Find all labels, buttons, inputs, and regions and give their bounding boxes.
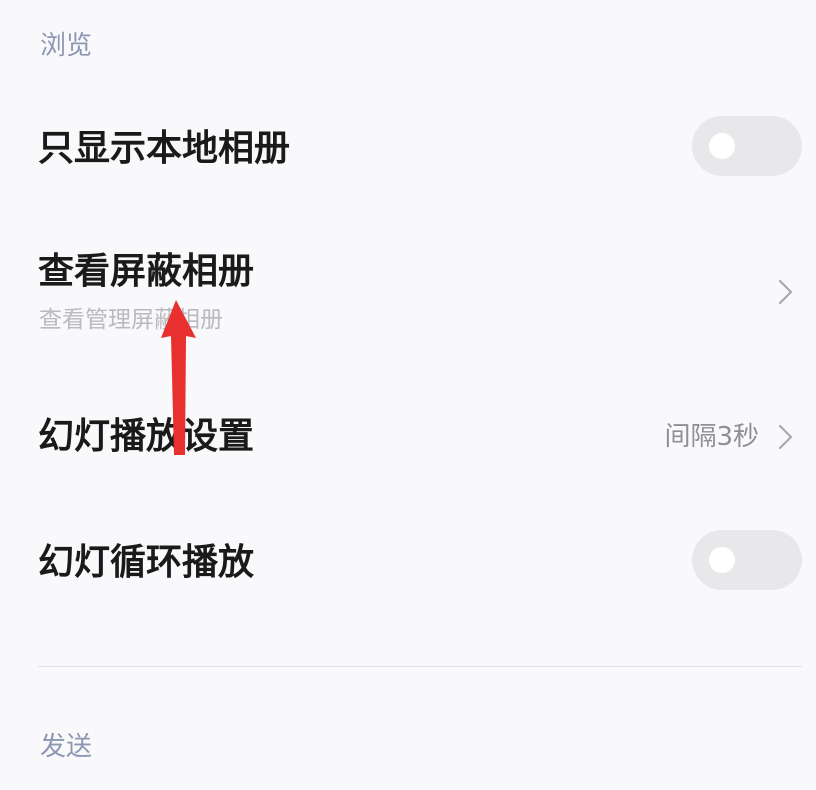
toggle-slideshow-loop[interactable]	[692, 530, 802, 590]
setting-title-local-albums-only: 只显示本地相册	[38, 128, 291, 169]
section-divider	[38, 666, 802, 667]
gallery-settings-page: 浏览 只显示本地相册 查看屏蔽相册 查看管理屏蔽相册 幻灯播放设置 间隔3秒 幻…	[0, 0, 816, 790]
setting-title-slideshow-loop: 幻灯循环播放	[38, 542, 255, 583]
chevron-right-icon	[778, 279, 793, 305]
toggle-local-albums-only[interactable]	[692, 116, 802, 176]
setting-row-hidden-albums[interactable]: 查看屏蔽相册 查看管理屏蔽相册	[0, 240, 816, 340]
setting-title-slideshow-settings: 幻灯播放设置	[38, 416, 255, 457]
section-header-browse: 浏览	[40, 31, 93, 61]
chevron-right-icon	[778, 424, 793, 450]
setting-title-hidden-albums: 查看屏蔽相册	[38, 251, 255, 292]
setting-row-local-albums-only[interactable]: 只显示本地相册	[0, 112, 816, 188]
toggle-knob	[709, 133, 735, 159]
section-header-send: 发送	[40, 732, 93, 762]
toggle-knob	[709, 547, 735, 573]
setting-subtitle-hidden-albums: 查看管理屏蔽相册	[39, 307, 223, 333]
setting-value-slideshow-interval: 间隔3秒	[664, 422, 759, 452]
setting-row-slideshow-settings[interactable]: 幻灯播放设置 间隔3秒	[0, 400, 816, 476]
setting-row-slideshow-loop[interactable]: 幻灯循环播放	[0, 526, 816, 602]
